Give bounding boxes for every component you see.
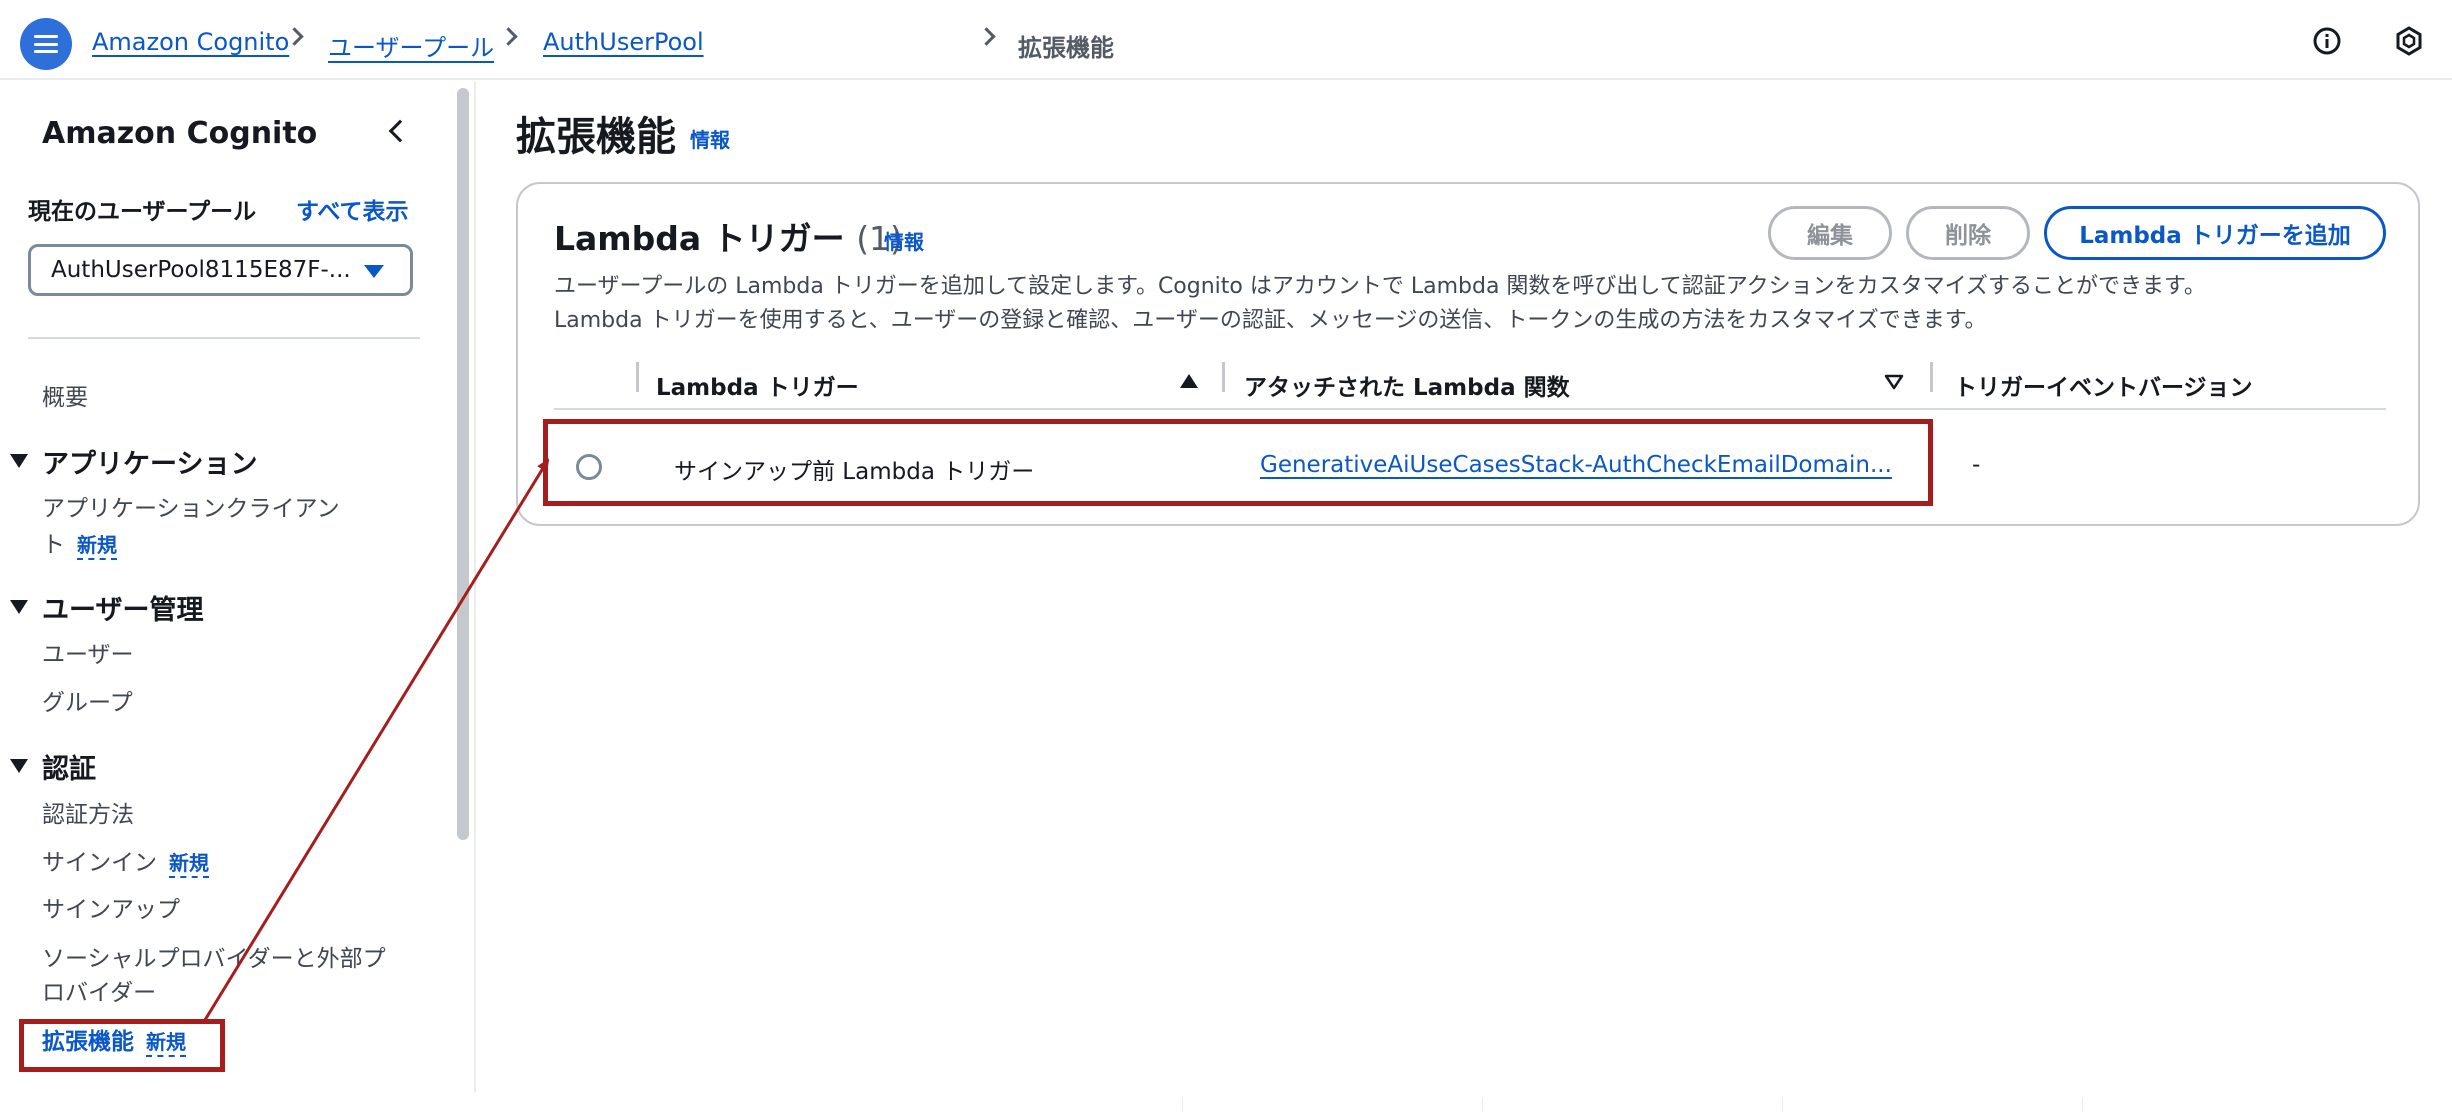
description-line-1: ユーザープールの Lambda トリガーを追加して設定します。Cognito は…: [554, 274, 2206, 299]
sidebar-item-social-providers[interactable]: ソーシャルプロバイダーと外部プ: [42, 942, 386, 976]
sidebar-item-app-clients-wrap[interactable]: ト新規: [42, 528, 117, 562]
sidebar-section-user-management[interactable]: ユーザー管理: [42, 588, 203, 627]
column-header-trigger[interactable]: Lambda トリガー: [656, 368, 859, 402]
new-badge: 新規: [77, 533, 117, 560]
column-header-event-version[interactable]: トリガーイベントバージョン: [1954, 368, 2253, 402]
table-header: Lambda トリガー アタッチされた Lambda 関数 トリガーイベントバー…: [554, 360, 2386, 410]
current-pool-label: 現在のユーザープール: [28, 199, 257, 225]
show-all-link[interactable]: すべて表示: [296, 192, 408, 226]
annotation-highlight-trigger-row: [543, 419, 1933, 506]
panel-title-text: Lambda トリガー: [554, 219, 845, 258]
breadcrumb-current: 拡張機能: [1018, 34, 1114, 62]
column-divider[interactable]: [1222, 362, 1225, 392]
hexagon-gear-icon[interactable]: [2394, 26, 2424, 56]
page-info-link[interactable]: 情報: [690, 124, 730, 153]
caret-down-icon[interactable]: [10, 454, 28, 468]
column-divider: [636, 362, 639, 392]
delete-button[interactable]: 削除: [1906, 206, 2030, 260]
sidebar-title: Amazon Cognito: [42, 116, 318, 151]
sidebar-item-social-providers-wrap[interactable]: ロバイダー: [42, 976, 156, 1010]
sidebar-item-sign-in[interactable]: サインイン 新規: [42, 846, 209, 880]
sidebar-item-auth-methods[interactable]: 認証方法: [42, 798, 134, 832]
grid-seam: [1182, 1098, 1183, 1112]
grid-seam: [2082, 1098, 2083, 1112]
sidebar-item-app-clients[interactable]: アプリケーションクライアン: [42, 492, 340, 526]
page-title: 拡張機能: [516, 114, 676, 160]
info-circle-icon[interactable]: [2312, 26, 2342, 56]
user-pool-select-value: AuthUserPool8115E87F-...: [51, 257, 351, 283]
sidebar-item-sign-in-label: サインイン: [42, 850, 157, 876]
sidebar-item-users[interactable]: ユーザー: [42, 638, 134, 672]
sort-descending-icon[interactable]: [1884, 374, 1904, 390]
sort-ascending-icon[interactable]: [1180, 374, 1198, 388]
column-divider[interactable]: [1930, 362, 1933, 392]
description-line-2: Lambda トリガーを使用すると、ユーザーの登録と確認、ユーザーの認証、メッセ…: [554, 308, 1987, 333]
chevron-right-icon: [499, 27, 518, 46]
breadcrumb-amazon-cognito[interactable]: Amazon Cognito: [92, 28, 289, 56]
sidebar-section-applications[interactable]: アプリケーション: [42, 442, 257, 481]
grid-seam: [1782, 1098, 1783, 1112]
sidebar-border: [474, 82, 476, 1092]
top-navigation-bar: Amazon Cognito ユーザープール AuthUserPool 拡張機能: [0, 0, 2452, 80]
panel-info-link[interactable]: 情報: [884, 226, 924, 255]
sidebar-item-overview[interactable]: 概要: [42, 381, 88, 415]
edit-button[interactable]: 編集: [1768, 206, 1892, 260]
sidebar-divider: [28, 337, 420, 339]
sidebar-item-groups[interactable]: グループ: [42, 686, 133, 720]
panel-description: ユーザープールの Lambda トリガーを追加して設定します。Cognito は…: [554, 270, 2394, 338]
new-badge: 新規: [169, 851, 209, 878]
user-pool-select[interactable]: AuthUserPool8115E87F-...: [28, 244, 413, 296]
grid-seam: [1482, 1098, 1483, 1112]
panel-title: Lambda トリガー (1): [554, 212, 903, 260]
sidebar-item-app-clients-label2: ト: [42, 532, 65, 558]
caret-down-icon: [364, 265, 384, 278]
chevron-right-icon: [977, 27, 996, 46]
scrollbar-thumb[interactable]: [457, 88, 469, 840]
caret-down-icon[interactable]: [10, 600, 28, 614]
sidebar-section-authentication[interactable]: 認証: [42, 747, 96, 786]
breadcrumb-user-pools[interactable]: ユーザープール: [328, 28, 494, 63]
sidebar-scrollbar[interactable]: [452, 82, 474, 1092]
cell-event-version: -: [1972, 452, 1981, 478]
sidebar-item-sign-up[interactable]: サインアップ: [42, 893, 180, 927]
annotation-highlight-extensions: [19, 1019, 225, 1072]
column-header-function[interactable]: アタッチされた Lambda 関数: [1244, 368, 1570, 402]
breadcrumb-auth-user-pool[interactable]: AuthUserPool: [543, 28, 704, 56]
caret-down-icon[interactable]: [10, 759, 28, 773]
hamburger-menu-icon[interactable]: [20, 18, 72, 70]
add-lambda-trigger-button[interactable]: Lambda トリガーを追加: [2044, 206, 2386, 260]
